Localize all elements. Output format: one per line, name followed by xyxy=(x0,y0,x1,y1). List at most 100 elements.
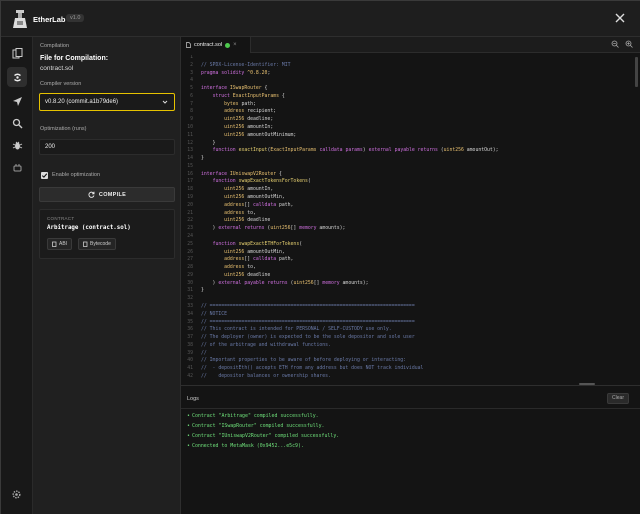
line-number: 35 xyxy=(187,319,193,325)
line-code: } xyxy=(201,288,204,294)
line-number: 13 xyxy=(187,148,193,154)
line-number: 37 xyxy=(187,335,193,341)
settings-icon[interactable] xyxy=(11,489,22,502)
line-number: 20 xyxy=(187,202,193,208)
bytecode-button[interactable]: Bytecode xyxy=(78,238,116,250)
compile-heading: File for Compilation: xyxy=(40,55,109,62)
line-code: // This contract is intended for PERSONA… xyxy=(201,327,392,333)
debug-icon[interactable] xyxy=(7,135,27,155)
zoom-in-icon[interactable] xyxy=(625,40,633,48)
optimization-runs-input[interactable]: 200 xyxy=(39,139,175,155)
log-entry: • Contract "Arbitrage" compiled successfu… xyxy=(187,413,319,419)
files-icon[interactable] xyxy=(7,43,27,63)
line-number: 22 xyxy=(187,218,193,224)
compiler-version-value: v0.8.20 (commit.a1b79de6) xyxy=(45,99,119,105)
line-number: 11 xyxy=(187,132,193,138)
line-code: interface IUniswapV2Router { xyxy=(201,171,282,177)
line-number: 6 xyxy=(190,93,193,99)
log-entry: • Contract "ISwapRouter" compiled success… xyxy=(187,423,325,429)
line-code: address to, xyxy=(224,265,256,271)
line-code: uint256 amountIn, xyxy=(224,187,274,193)
line-number: 10 xyxy=(187,125,193,131)
editor-scrollbar[interactable] xyxy=(635,57,638,87)
line-code: // =====================================… xyxy=(201,303,415,309)
line-code: uint256 deadline xyxy=(224,272,271,278)
code-content[interactable]: 1 2// SPDX-License-Identifier: MIT 3 pragma… xyxy=(181,55,629,385)
deploy-icon[interactable] xyxy=(7,91,27,111)
contract-card-label: CONTRACT xyxy=(47,216,75,221)
flask-logo-icon xyxy=(13,10,27,28)
line-code: address[] calldata path, xyxy=(224,257,294,263)
optimization-label: Optimization (runs) xyxy=(40,126,87,132)
compile-panel: Compilation File for Compilation: contra… xyxy=(33,37,181,514)
line-number: 36 xyxy=(187,327,193,333)
compile-icon[interactable] xyxy=(7,67,27,87)
zoom-out-icon[interactable] xyxy=(611,40,619,48)
line-number: 28 xyxy=(187,265,193,271)
line-number: 1 xyxy=(190,55,193,60)
activity-bar xyxy=(1,37,33,514)
line-code: ) external payable returns (uint256[] me… xyxy=(201,280,369,286)
copy-icon xyxy=(83,241,88,247)
line-code: uint256 amountOutMinimum; xyxy=(224,132,297,138)
line-code: struct ExactInputParams { xyxy=(212,93,285,99)
code-line[interactable]: 42 // depositor balances or ownership sha… xyxy=(181,374,629,382)
enable-optimization-label: Enable optimization xyxy=(52,172,101,178)
line-number: 15 xyxy=(187,163,193,169)
line-number: 19 xyxy=(187,195,193,201)
title-bar: EtherLab v1.0 xyxy=(1,1,640,37)
compiler-version-label: Compiler version xyxy=(40,81,82,87)
abi-button-label: ABI xyxy=(59,241,68,247)
code-editor[interactable]: contract.sol × 1 2// SPDX-License-Identif… xyxy=(181,37,640,385)
file-icon xyxy=(186,42,191,48)
line-code: uint256 amountIn; xyxy=(224,125,274,131)
line-code: interface ISwapRouter { xyxy=(201,86,268,92)
line-number: 29 xyxy=(187,272,193,278)
line-code: // depositor balances or ownership share… xyxy=(201,373,331,379)
line-number: 34 xyxy=(187,311,193,317)
line-number: 12 xyxy=(187,140,193,146)
line-code: // - depositEth() accepts ETH from any a… xyxy=(201,366,424,372)
line-code: function swapExactTokensForTokens( xyxy=(212,179,311,185)
enable-optimization-checkbox[interactable] xyxy=(41,172,48,179)
line-number: 30 xyxy=(187,280,193,286)
contract-name: Arbitrage (contract.sol) xyxy=(47,225,131,231)
line-number: 2 xyxy=(190,62,193,68)
panel-section-label: Compilation xyxy=(40,43,70,49)
plugin-icon[interactable] xyxy=(7,157,27,177)
search-icon[interactable] xyxy=(7,113,27,133)
line-number: 31 xyxy=(187,288,193,294)
line-number: 23 xyxy=(187,226,193,232)
line-code: // SPDX-License-Identifier: MIT xyxy=(201,62,291,68)
line-code: } xyxy=(201,140,216,146)
line-number: 25 xyxy=(187,241,193,247)
line-code: bytes path; xyxy=(224,101,256,107)
tab-contract-sol[interactable]: contract.sol × xyxy=(181,37,251,53)
line-number: 9 xyxy=(190,117,193,123)
line-number: 5 xyxy=(190,86,193,92)
line-code: address recipient; xyxy=(224,109,277,115)
close-icon[interactable] xyxy=(613,11,627,25)
line-code: function exactInput(ExactInputParams cal… xyxy=(212,148,499,154)
line-code: uint256 amountOutMin, xyxy=(224,249,285,255)
line-number: 38 xyxy=(187,342,193,348)
editor-tab-bar: contract.sol × xyxy=(181,37,640,53)
logs-title: Logs xyxy=(187,396,199,402)
abi-button[interactable]: ABI xyxy=(47,238,73,250)
line-code: // xyxy=(201,350,207,356)
clear-logs-button[interactable]: Clear xyxy=(607,393,629,404)
compile-button[interactable]: COMPILE xyxy=(39,187,175,202)
line-number: 4 xyxy=(190,78,193,84)
app-window: EtherLab v1.0 Compilation File for Compi… xyxy=(0,0,640,514)
line-code: uint256 amountOutMin, xyxy=(224,195,285,201)
line-number: 26 xyxy=(187,249,193,255)
line-number: 18 xyxy=(187,187,193,193)
line-number: 14 xyxy=(187,156,193,162)
line-number: 27 xyxy=(187,257,193,263)
compiler-version-select[interactable]: v0.8.20 (commit.a1b79de6) xyxy=(39,93,175,111)
line-code: // Important properties to be aware of b… xyxy=(201,358,407,364)
tab-close-icon[interactable]: × xyxy=(233,42,237,48)
line-code: // NOTICE xyxy=(201,311,227,317)
line-code: // =====================================… xyxy=(201,319,415,325)
line-number: 42 xyxy=(187,373,193,379)
